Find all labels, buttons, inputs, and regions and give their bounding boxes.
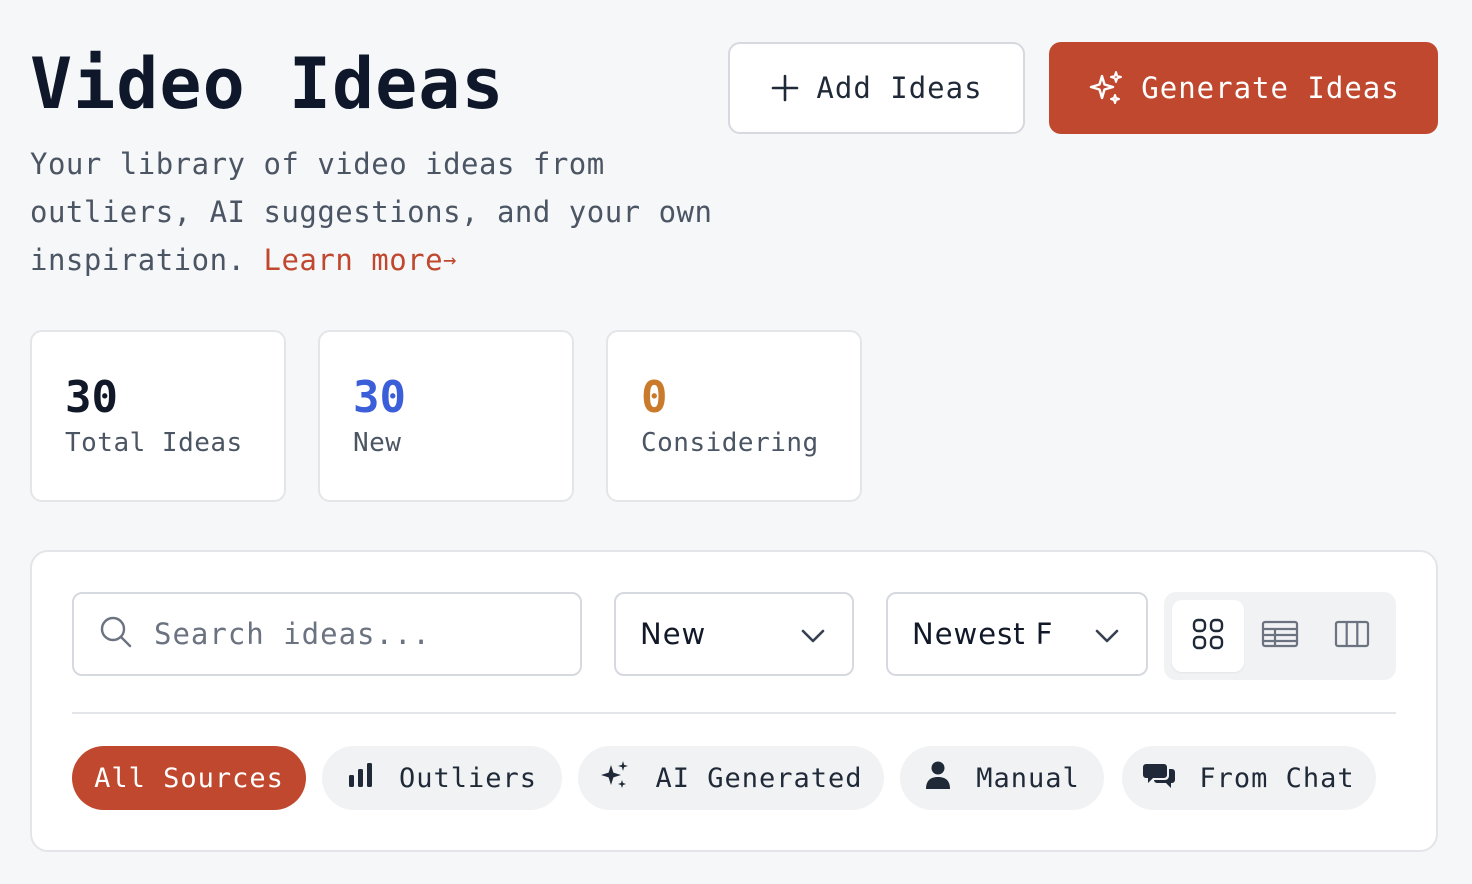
- filters-panel: New Newest F: [30, 550, 1438, 852]
- stat-considering-label: Considering: [641, 428, 819, 458]
- status-select[interactable]: New: [614, 592, 854, 676]
- arrow-right-icon: →: [443, 248, 457, 273]
- stat-new: 30 New: [318, 330, 574, 502]
- learn-more-link[interactable]: Learn more→: [263, 243, 456, 277]
- plus-icon: [770, 73, 800, 103]
- sparkles-icon: [599, 759, 631, 798]
- stat-considering-value: 0: [641, 372, 668, 423]
- source-chip-outliers[interactable]: Outliers: [322, 746, 562, 810]
- stat-new-label: New: [353, 428, 402, 458]
- bar-chart-icon: [347, 761, 375, 796]
- source-chip-label: From Chat: [1199, 762, 1355, 794]
- stat-total-value: 30: [65, 372, 118, 423]
- columns-icon: [1334, 619, 1370, 653]
- source-chip-label: AI Generated: [655, 762, 863, 794]
- search-box[interactable]: [72, 592, 582, 676]
- stat-total-ideas: 30 Total Ideas: [30, 330, 286, 502]
- generate-ideas-label: Generate Ideas: [1141, 71, 1400, 105]
- search-input[interactable]: [154, 617, 574, 651]
- stat-new-value: 30: [353, 372, 406, 423]
- learn-more-label: Learn more: [263, 243, 444, 277]
- chevron-down-icon: [800, 617, 826, 651]
- filters-divider: [72, 712, 1396, 714]
- add-ideas-label: Add Ideas: [816, 71, 983, 105]
- source-chip-from-chat[interactable]: From Chat: [1122, 746, 1376, 810]
- sparkles-icon: [1087, 69, 1125, 107]
- table-view-button[interactable]: [1244, 600, 1316, 672]
- chat-icon: [1143, 760, 1176, 797]
- stat-considering: 0 Considering: [606, 330, 862, 502]
- chevron-down-icon: [1094, 617, 1120, 651]
- grid-view-button[interactable]: [1172, 600, 1244, 672]
- sort-select-value: Newest F: [912, 617, 1054, 651]
- source-chip-ai-generated[interactable]: AI Generated: [578, 746, 884, 810]
- table-icon: [1261, 619, 1299, 653]
- source-chip-label: All Sources: [94, 762, 284, 794]
- source-chip-label: Manual: [976, 762, 1080, 794]
- grid-icon: [1191, 617, 1225, 655]
- add-ideas-button[interactable]: Add Ideas: [728, 42, 1025, 134]
- status-select-value: New: [640, 617, 707, 651]
- columns-view-button[interactable]: [1316, 600, 1388, 672]
- source-chip-manual[interactable]: Manual: [900, 746, 1104, 810]
- source-chip-all[interactable]: All Sources: [72, 746, 306, 810]
- page-subtitle: Your library of video ideas from outlier…: [30, 140, 730, 285]
- video-ideas-page: Video Ideas Your library of video ideas …: [0, 0, 1472, 884]
- page-title: Video Ideas: [30, 43, 505, 125]
- search-icon: [98, 614, 134, 654]
- stat-total-label: Total Ideas: [65, 428, 243, 458]
- source-chip-label: Outliers: [398, 762, 538, 794]
- view-mode-toggle: [1164, 592, 1396, 680]
- user-icon: [924, 760, 952, 797]
- generate-ideas-button[interactable]: Generate Ideas: [1049, 42, 1438, 134]
- sort-select[interactable]: Newest F: [886, 592, 1148, 676]
